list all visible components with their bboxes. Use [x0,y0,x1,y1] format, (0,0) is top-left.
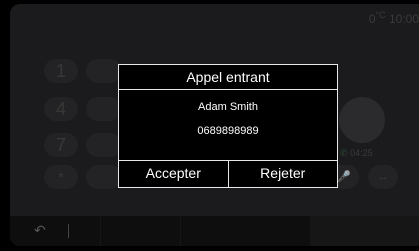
transfer-button[interactable]: ↔ [368,165,398,189]
dial-key-2-partial[interactable] [86,59,122,83]
dialog-title: Appel entrant [119,65,337,90]
caller-number: 0689898989 [197,125,259,137]
outside-temperature: 0 [368,12,376,26]
dial-key-0-partial[interactable] [86,165,122,189]
phone-screen: 0°C 10:00 1 4 7 * ✆ 04:25 🎤 ↔ ↶ Appel en… [10,4,419,246]
phone-icon: ✆ [340,148,348,158]
dial-key-1[interactable]: 1 [44,59,78,83]
microphone-icon: 🎤 [337,171,351,183]
incoming-call-dialog: Appel entrant Adam Smith 0689898989 Acce… [118,64,338,188]
back-arrow-icon[interactable]: ↶ [34,222,46,239]
dial-key-star[interactable]: * [44,165,78,189]
accept-button[interactable]: Accepter [119,161,228,187]
contact-avatar [339,97,385,143]
phone-transfer-icon: ↔ [377,171,389,183]
dialog-actions: Accepter Rejeter [119,160,337,187]
clock: 10:00 [388,12,419,26]
bottom-bar-segment [100,216,181,246]
dial-key-4[interactable]: 4 [44,97,78,121]
bottom-bar-segment [180,216,311,246]
reject-button[interactable]: Rejeter [227,161,337,187]
bottom-bar-segment [310,216,419,246]
ongoing-call-timer: ✆ 04:25 [340,148,373,159]
temperature-unit: °C [375,10,386,20]
bottom-bar: ↶ [10,216,419,246]
dial-key-5-partial[interactable] [86,97,122,121]
call-duration: 04:25 [350,148,373,158]
status-bar: 0°C 10:00 [369,10,419,26]
caller-name: Adam Smith [198,101,258,113]
dial-key-7[interactable]: 7 [44,133,78,157]
divider [68,224,69,238]
dial-key-8-partial[interactable] [86,133,122,157]
